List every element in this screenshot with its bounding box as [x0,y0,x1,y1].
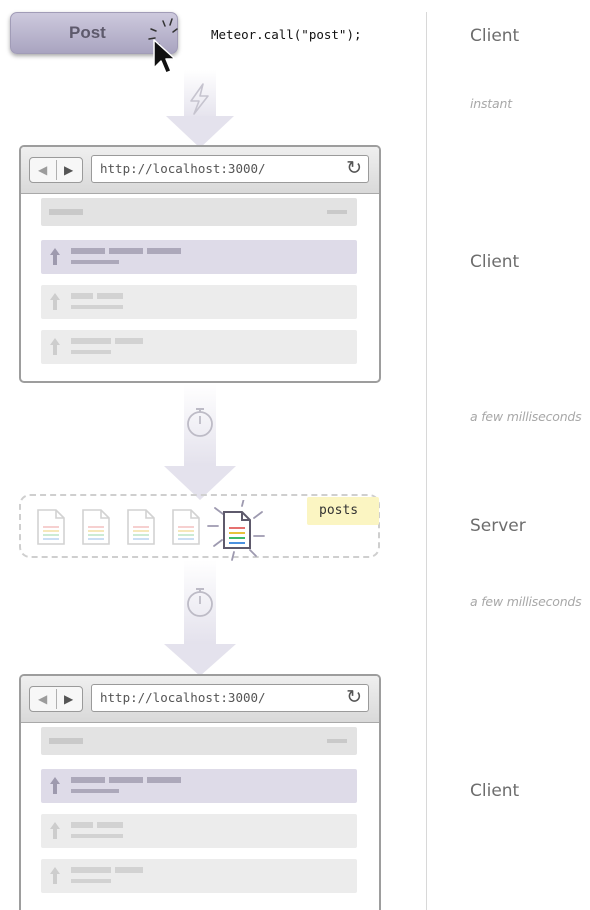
page-content [21,194,379,380]
post-item [41,330,357,364]
upvote-icon [50,777,60,794]
page-header-placeholder [41,727,357,755]
post-item [41,814,357,848]
document-icon [127,509,155,545]
flow-arrow [164,560,236,676]
method-call-code: Meteor.call("post"); [211,27,362,42]
flow-arrow [166,70,234,148]
stage-label-client: Client [470,252,520,272]
stage-label-server: Server [470,516,526,536]
flow-arrow [164,384,236,500]
browser-toolbar: ◀ ▶ http://localhost:3000/ ↻ [21,676,379,723]
timing-label: a few milliseconds [470,594,582,609]
upvote-icon [50,822,60,839]
address-bar[interactable]: http://localhost:3000/ ↻ [91,155,369,183]
stage-label-client: Client [470,26,520,46]
document-icon [82,509,110,545]
browser-window: ◀ ▶ http://localhost:3000/ ↻ [19,674,381,910]
new-document-icon [207,500,265,561]
page-header-placeholder [41,198,357,226]
post-item [41,769,357,803]
post-item [41,859,357,893]
forward-icon[interactable]: ▶ [64,692,73,706]
back-icon[interactable]: ◀ [38,692,47,706]
upvote-icon [50,338,60,355]
timing-label: instant [470,96,512,111]
forward-icon[interactable]: ▶ [64,163,73,177]
upvote-icon [50,293,60,310]
nav-buttons: ◀ ▶ [29,157,83,183]
stage-label-client: Client [470,781,520,801]
collection-tag: posts [307,497,379,525]
timing-label: a few milliseconds [470,409,582,424]
post-button-label: Post [69,23,106,42]
nav-buttons: ◀ ▶ [29,686,83,712]
browser-window: ◀ ▶ http://localhost:3000/ ↻ [19,145,381,383]
reload-icon[interactable]: ↻ [346,157,362,180]
upvote-icon [50,248,60,265]
collection-name: posts [319,503,359,518]
document-icon [37,509,65,545]
url-text: http://localhost:3000/ [100,161,266,176]
mouse-pointer-icon [153,39,176,74]
documents-group [37,500,265,561]
page-content [21,723,379,909]
column-divider [426,12,427,910]
back-icon[interactable]: ◀ [38,163,47,177]
url-text: http://localhost:3000/ [100,690,266,705]
upvote-icon [50,867,60,884]
browser-toolbar: ◀ ▶ http://localhost:3000/ ↻ [21,147,379,194]
reload-icon[interactable]: ↻ [346,686,362,709]
post-item [41,285,357,319]
document-icon [172,509,200,545]
post-item [41,240,357,274]
address-bar[interactable]: http://localhost:3000/ ↻ [91,684,369,712]
